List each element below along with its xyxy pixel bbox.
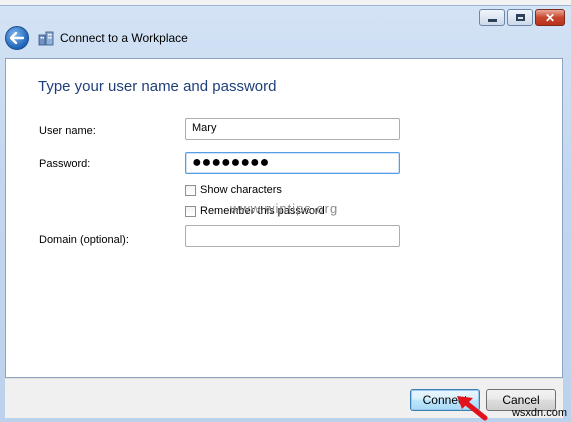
show-characters-checkbox[interactable] [185,184,196,196]
username-label: User name: [39,125,96,137]
password-input[interactable]: ●●●●●●●● [185,152,400,174]
pointer-arrow-icon [457,396,488,421]
watermark: www.wintips.org [230,201,339,216]
show-characters-label: Show characters [200,184,282,196]
close-button[interactable]: ✕ [535,9,565,26]
workplace-network-icon [38,30,54,46]
window-title: Connect to a Workplace [60,31,188,45]
maximize-icon [515,14,525,21]
domain-input[interactable] [185,225,400,247]
show-characters-option[interactable]: Show characters [185,184,282,196]
minimize-button[interactable] [479,9,505,26]
username-input[interactable]: Mary [185,118,400,140]
back-button[interactable] [5,26,29,50]
window-controls: ✕ [479,9,565,26]
back-arrow-icon [10,32,24,44]
password-label: Password: [39,158,91,170]
corner-watermark: wsxdn.com [511,407,567,419]
remember-password-checkbox[interactable] [185,205,196,217]
content-panel: Type your user name and password User na… [5,58,563,378]
page-heading: Type your user name and password [38,78,277,95]
minimize-icon [487,18,497,22]
maximize-button[interactable] [507,9,533,26]
navigation-bar: Connect to a Workplace [5,23,188,53]
domain-label: Domain (optional): [39,234,129,246]
close-icon: ✕ [544,10,556,25]
